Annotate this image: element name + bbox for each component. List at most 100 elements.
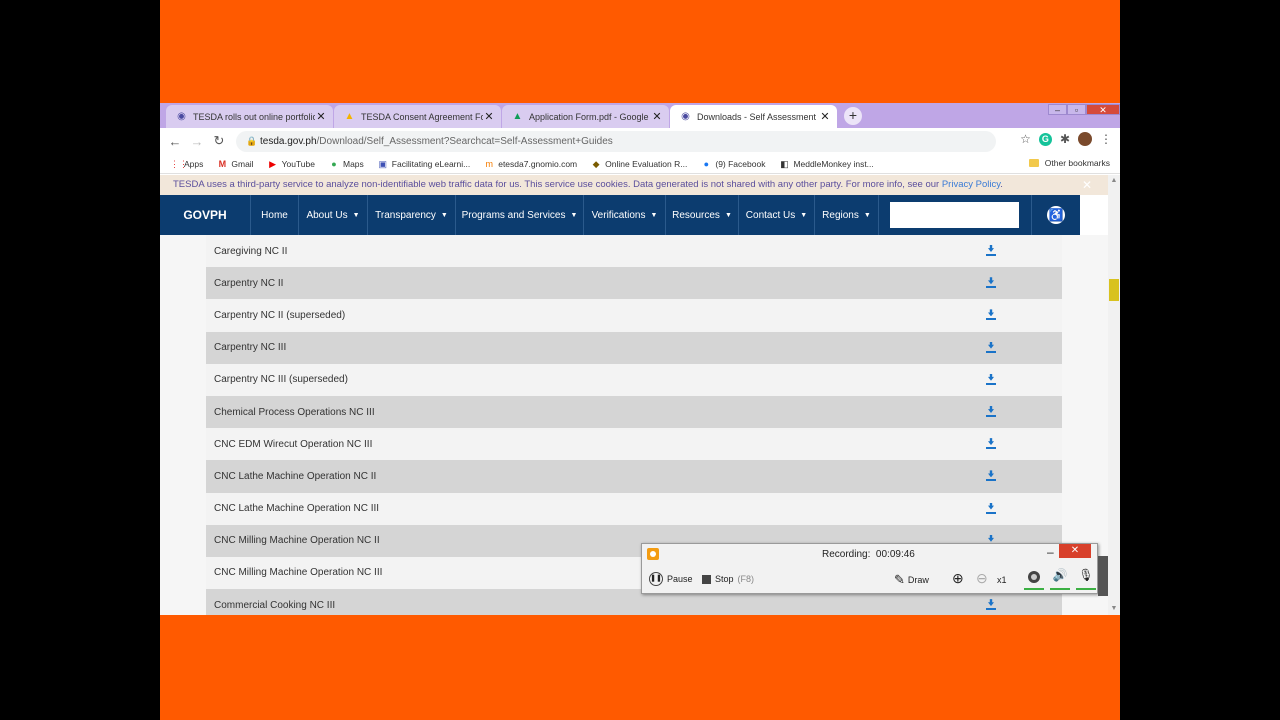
window-controls: – ▫ ✕ bbox=[1048, 104, 1120, 115]
webcam-icon bbox=[1028, 571, 1040, 583]
url-host: tesda.gov.ph bbox=[260, 135, 317, 147]
download-row: CNC Lathe Machine Operation NC III bbox=[206, 492, 1062, 525]
caret-down-icon: ▼ bbox=[863, 211, 871, 219]
extensions-puzzle-icon[interactable]: ✱ bbox=[1060, 132, 1070, 146]
profile-avatar[interactable] bbox=[1078, 132, 1092, 146]
tab-tesda-news[interactable]: ◉ TESDA rolls out online portfolio a ✕ bbox=[166, 105, 333, 128]
webcam-toggle[interactable] bbox=[1024, 568, 1044, 590]
maximize-icon[interactable]: ▫ bbox=[1067, 104, 1086, 115]
download-icon[interactable] bbox=[986, 341, 996, 354]
bookmark-label: Online Evaluation R... bbox=[605, 158, 688, 169]
bookmark-label: MeddleMonkey inst... bbox=[793, 158, 874, 169]
window-close-icon[interactable]: ✕ bbox=[1086, 104, 1120, 115]
recording-status: Recording: 00:09:46 bbox=[822, 549, 915, 560]
nav-contact-us[interactable]: Contact Us ▼ bbox=[739, 195, 815, 235]
other-bookmarks-label: Other bookmarks bbox=[1044, 158, 1110, 168]
close-icon[interactable]: ✕ bbox=[483, 110, 495, 123]
other-bookmarks[interactable]: Other bookmarks bbox=[1028, 158, 1110, 168]
nav-home[interactable]: Home bbox=[250, 195, 299, 235]
nav-transparency[interactable]: Transparency ▼ bbox=[368, 195, 456, 235]
nav-programs-services[interactable]: Programs and Services ▼ bbox=[456, 195, 584, 235]
stop-hotkey: (F8) bbox=[737, 574, 755, 584]
download-icon[interactable] bbox=[986, 438, 996, 450]
download-row: Carpentry NC III bbox=[206, 331, 1062, 364]
reload-icon[interactable]: ↻ bbox=[208, 133, 230, 149]
draw-button[interactable]: ✎ Draw bbox=[894, 572, 929, 588]
bookmark-apps[interactable]: ⋮⋮ Apps bbox=[170, 159, 203, 169]
maps-pin-icon: ● bbox=[331, 158, 337, 169]
minimize-icon[interactable]: – bbox=[1047, 545, 1054, 559]
bookmark-meddlemonkey[interactable]: ◧ MeddleMonkey inst... bbox=[779, 158, 874, 169]
download-icon[interactable] bbox=[986, 599, 996, 611]
speaker-toggle[interactable]: 🔊 bbox=[1050, 568, 1070, 590]
tab-strip: ◉ TESDA rolls out online portfolio a ✕ ▲… bbox=[160, 103, 1120, 128]
close-icon[interactable]: ✕ bbox=[1059, 544, 1091, 558]
address-bar: ← → ↻ 🔒 tesda.gov.ph/Download/Self_Asses… bbox=[160, 128, 1120, 154]
bookmark-label: Apps bbox=[184, 158, 204, 169]
download-icon[interactable] bbox=[986, 502, 996, 515]
pause-button[interactable]: ❚❚ Pause bbox=[649, 572, 693, 586]
nav-about-us[interactable]: About Us ▼ bbox=[299, 195, 368, 235]
url-input[interactable]: 🔒 tesda.gov.ph/Download/Self_Assessment?… bbox=[236, 130, 996, 152]
download-row: Caregiving NC II bbox=[206, 235, 1062, 268]
bookmark-label: Facilitating eLearni... bbox=[391, 158, 471, 169]
privacy-policy-link[interactable]: Privacy Policy bbox=[942, 179, 1000, 190]
new-tab-button[interactable]: + bbox=[844, 107, 862, 125]
download-icon[interactable] bbox=[986, 245, 996, 257]
govph-brand[interactable]: GOVPH bbox=[160, 195, 250, 235]
caret-down-icon: ▼ bbox=[352, 211, 360, 219]
page-scrollbar[interactable]: ▲ ▼ bbox=[1108, 175, 1120, 615]
download-icon[interactable] bbox=[986, 470, 996, 482]
close-icon[interactable]: ✕ bbox=[315, 110, 327, 123]
scroll-thumb[interactable] bbox=[1109, 279, 1119, 301]
download-icon[interactable] bbox=[986, 309, 996, 321]
stop-button[interactable]: Stop (F8) bbox=[702, 574, 754, 584]
bookmark-gmail[interactable]: M Gmail bbox=[217, 158, 254, 169]
nav-resources[interactable]: Resources ▼ bbox=[666, 195, 739, 235]
download-icon[interactable] bbox=[986, 373, 996, 386]
grammarly-extension-icon[interactable]: G bbox=[1038, 132, 1052, 146]
download-title: CNC Milling Machine Operation NC III bbox=[214, 567, 383, 579]
bookmark-elearning[interactable]: ▣ Facilitating eLearni... bbox=[378, 158, 471, 169]
bookmark-star-icon[interactable]: ☆ bbox=[1020, 132, 1031, 146]
bookmark-facebook[interactable]: ● (9) Facebook bbox=[701, 159, 766, 169]
bookmark-evaluation[interactable]: ◆ Online Evaluation R... bbox=[591, 158, 688, 169]
caret-down-icon: ▼ bbox=[570, 211, 578, 219]
cookie-notice: TESDA uses a third-party service to anal… bbox=[160, 175, 1108, 195]
nav-regions[interactable]: Regions ▼ bbox=[815, 195, 879, 235]
menu-kebab-icon[interactable]: ⋮ bbox=[1100, 132, 1112, 146]
bookmark-label: Gmail bbox=[231, 158, 254, 169]
tab-label: TESDA Consent Agreement Form bbox=[361, 111, 483, 122]
nav-label: Contact Us bbox=[745, 209, 796, 221]
download-row: Carpentry NC II bbox=[206, 267, 1062, 300]
microphone-toggle[interactable]: 🎙 bbox=[1076, 568, 1096, 590]
nav-verifications[interactable]: Verifications ▼ bbox=[584, 195, 666, 235]
tab-application-form[interactable]: ▲ Application Form.pdf - Google D ✕ bbox=[502, 105, 669, 128]
stop-icon bbox=[702, 574, 711, 584]
minimize-icon[interactable]: – bbox=[1048, 104, 1067, 115]
bookmark-gnomio[interactable]: m etesda7.gnomio.com bbox=[484, 159, 577, 169]
zoom-in-icon[interactable]: ⊕ bbox=[952, 570, 964, 587]
close-icon[interactable]: ✕ bbox=[1082, 175, 1092, 195]
scroll-up-icon[interactable]: ▲ bbox=[1108, 175, 1120, 187]
caret-down-icon: ▼ bbox=[440, 211, 448, 219]
zoom-out-icon[interactable]: ⊖ bbox=[976, 570, 988, 587]
download-title: Carpentry NC II (superseded) bbox=[214, 309, 346, 321]
accessibility-button[interactable]: ♿ bbox=[1031, 195, 1080, 235]
tab-consent-form[interactable]: ▲ TESDA Consent Agreement Form ✕ bbox=[334, 105, 501, 128]
site-search-input[interactable] bbox=[890, 202, 1019, 228]
bookmark-maps[interactable]: ● Maps bbox=[329, 159, 364, 169]
download-title: Commercial Cooking NC III bbox=[214, 599, 336, 611]
url-path: /Download/Self_Assessment?Searchcat=Self… bbox=[316, 135, 613, 147]
back-icon[interactable]: ← bbox=[164, 134, 186, 149]
close-icon[interactable]: ✕ bbox=[651, 110, 663, 123]
recorder-edge bbox=[1098, 556, 1108, 596]
scroll-down-icon[interactable]: ▼ bbox=[1108, 603, 1120, 615]
tab-self-assessment[interactable]: ◉ Downloads - Self Assessment Gu ✕ bbox=[670, 105, 837, 128]
download-icon[interactable] bbox=[986, 405, 996, 418]
download-icon[interactable] bbox=[986, 277, 996, 289]
close-icon[interactable]: ✕ bbox=[819, 110, 831, 123]
bookmark-youtube[interactable]: ▶ YouTube bbox=[268, 159, 315, 169]
forward-icon[interactable]: → bbox=[186, 134, 208, 149]
download-title: Carpentry NC III (superseded) bbox=[214, 374, 348, 386]
